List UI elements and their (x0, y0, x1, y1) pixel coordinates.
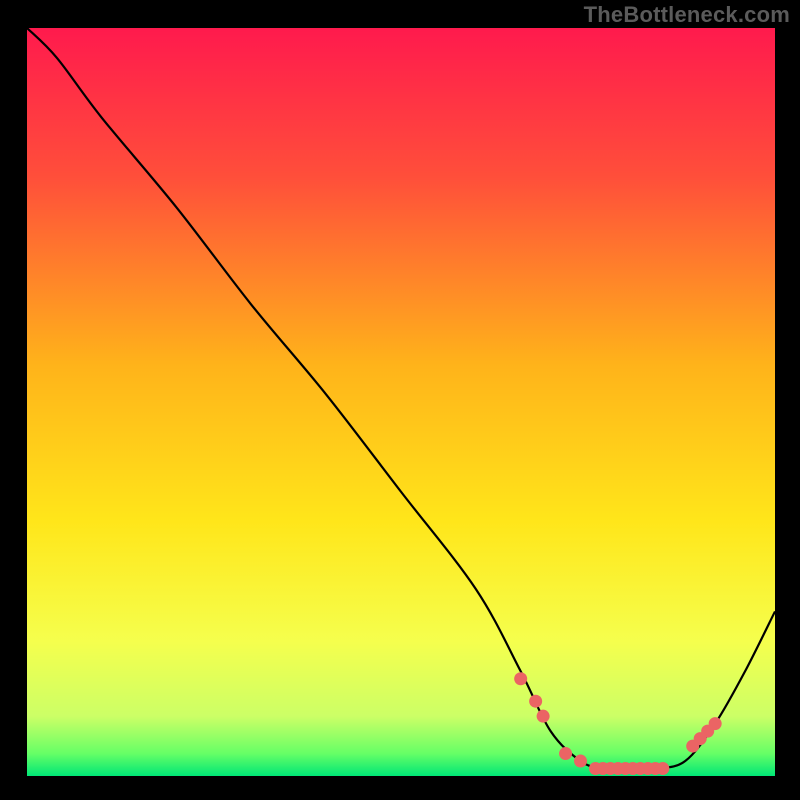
highlight-dot (514, 672, 527, 685)
highlight-dot (656, 762, 669, 775)
highlight-dot (574, 755, 587, 768)
highlight-dot (559, 747, 572, 760)
highlight-dot (709, 717, 722, 730)
plot-background (27, 28, 775, 776)
bottleneck-chart (0, 0, 800, 800)
highlight-dot (529, 695, 542, 708)
chart-frame: TheBottleneck.com (0, 0, 800, 800)
highlight-dot (537, 710, 550, 723)
